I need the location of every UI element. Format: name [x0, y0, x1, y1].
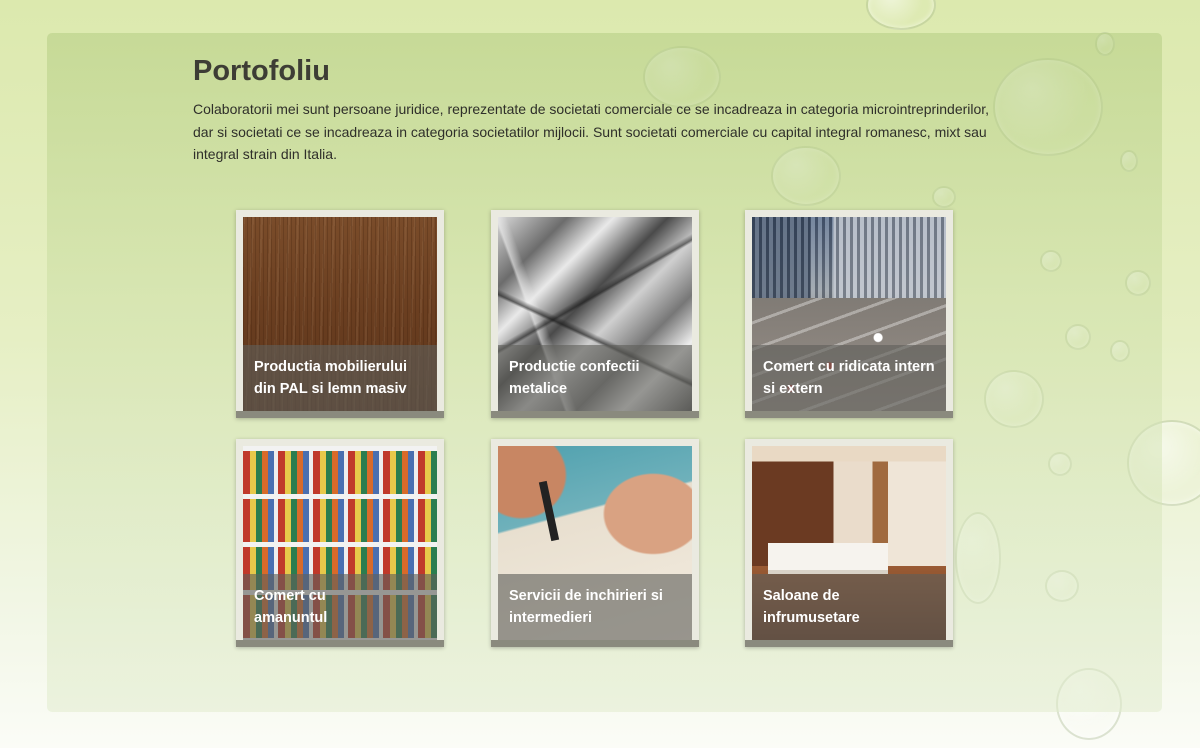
- portfolio-card-salons[interactable]: Saloane de infrumusetare: [745, 439, 953, 647]
- store-shelves-image: Comert cu amanuntul: [243, 446, 437, 640]
- portfolio-card-retail[interactable]: Comert cu amanuntul: [236, 439, 444, 647]
- card-caption-text: Comert cu amanuntul: [254, 588, 328, 626]
- card-caption-text: Comert cu ridicata intern si extern: [763, 359, 935, 397]
- card-caption-text: Saloane de infrumusetare: [763, 588, 860, 626]
- beauty-salon-image: Saloane de infrumusetare: [752, 446, 946, 640]
- card-bottom-bar: [745, 640, 953, 647]
- portfolio-card-wholesale[interactable]: Comert cu ridicata intern si extern: [745, 210, 953, 418]
- card-caption: Comert cu amanuntul: [243, 574, 437, 640]
- card-bottom-bar: [491, 640, 699, 647]
- portfolio-card-furniture[interactable]: Productia mobilierului din PAL si lemn m…: [236, 210, 444, 418]
- card-caption: Saloane de infrumusetare: [752, 574, 946, 640]
- portfolio-card-rentals[interactable]: Servicii de inchirieri si intermedieri: [491, 439, 699, 647]
- card-caption: Servicii de inchirieri si intermedieri: [498, 574, 692, 640]
- card-caption-text: Productie confectii metalice: [509, 359, 640, 397]
- water-drop-decoration: [866, 0, 936, 30]
- intro-paragraph: Colaboratorii mei sunt persoane juridice…: [193, 101, 990, 162]
- page: { "portfolio": { "title": "Portofoliu", …: [0, 0, 1200, 748]
- wood-texture-image: Productia mobilierului din PAL si lemn m…: [243, 217, 437, 411]
- card-bottom-bar: [745, 411, 953, 418]
- page-title: Portofoliu: [193, 55, 330, 87]
- signing-document-image: Servicii de inchirieri si intermedieri: [498, 446, 692, 640]
- card-caption-text: Servicii de inchirieri si intermedieri: [509, 588, 663, 626]
- card-caption-text: Productia mobilierului din PAL si lemn m…: [254, 359, 408, 397]
- card-bottom-bar: [236, 640, 444, 647]
- card-caption: Productia mobilierului din PAL si lemn m…: [243, 345, 437, 411]
- card-caption: Comert cu ridicata intern si extern: [752, 345, 946, 411]
- card-bottom-bar: [491, 411, 699, 418]
- card-caption: Productie confectii metalice: [498, 345, 692, 411]
- card-bottom-bar: [236, 411, 444, 418]
- city-traffic-image: Comert cu ridicata intern si extern: [752, 217, 946, 411]
- portfolio-card-metal[interactable]: Productie confectii metalice: [491, 210, 699, 418]
- metal-sheets-image: Productie confectii metalice: [498, 217, 692, 411]
